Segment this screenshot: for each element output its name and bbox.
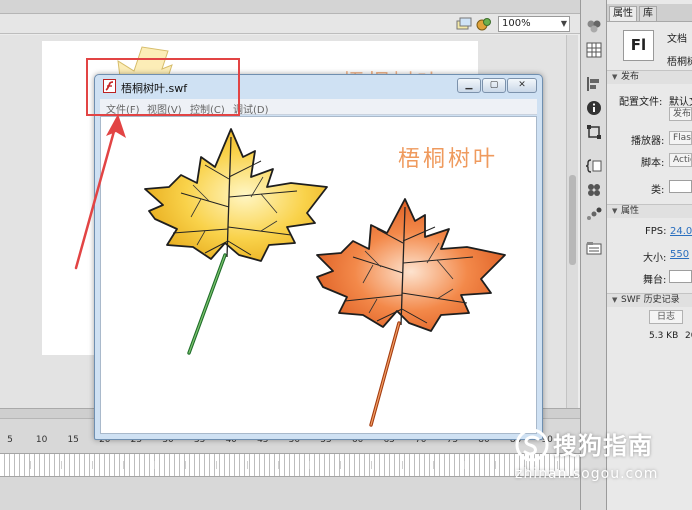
publish-section-title: 发布 (621, 72, 640, 82)
publish-button[interactable]: 发布 (669, 107, 692, 121)
profile-value: 默认文 (669, 97, 692, 108)
code-snippets-icon[interactable] (586, 158, 602, 174)
attributes-section-header[interactable]: ▼ 属性 (607, 204, 692, 218)
size-value[interactable]: 550 (670, 249, 689, 260)
attributes-section-title: 属性 (621, 206, 640, 216)
script-select[interactable]: Actic (669, 153, 692, 167)
collapse-triangle-icon: ▼ (612, 296, 618, 304)
player-select[interactable]: Flas (669, 131, 692, 145)
swf-history-section-header[interactable]: ▼ SWF 历史记录 (607, 293, 692, 307)
yellow-leaf (144, 128, 328, 355)
motion-presets-icon[interactable] (586, 206, 602, 222)
transform-icon[interactable] (586, 124, 602, 140)
zoom-select[interactable]: 100% ▼ (498, 16, 570, 32)
watermark-brand: 搜狗指南 (553, 432, 653, 460)
orange-leaf (316, 198, 506, 427)
properties-tab-bar: 属性 库 (607, 4, 692, 22)
swf-history-section-title: SWF 历史记录 (621, 295, 680, 305)
stage-color-swatch[interactable] (669, 270, 692, 283)
ruler-tick-label: 10 (35, 435, 48, 445)
doc-name-label: 梧桐树 (667, 57, 692, 68)
class-label: 类: (651, 185, 665, 196)
maximize-icon: ▢ (489, 80, 499, 90)
scrollbar-thumb[interactable] (569, 175, 576, 265)
ruler-tick-label: 15 (67, 435, 79, 445)
flash-document-icon: Fl (623, 30, 654, 61)
swf-content-title: 梧桐树叶 (398, 147, 499, 172)
watermark-url: zhinan.sogou.com (515, 466, 659, 482)
minimize-icon: ▁ (465, 80, 473, 90)
class-input[interactable] (669, 180, 692, 193)
publish-section-header[interactable]: ▼ 发布 (607, 70, 692, 84)
doc-type-label: 文档 (667, 34, 687, 45)
profile-label: 配置文件: (619, 97, 663, 108)
close-icon: ✕ (518, 80, 526, 90)
tab-properties[interactable]: 属性 (609, 6, 637, 21)
collapse-triangle-icon: ▼ (612, 73, 618, 81)
align-icon[interactable] (586, 76, 602, 92)
timeline-frame-markers (0, 461, 580, 469)
zoom-value: 100% (502, 18, 531, 29)
fps-label: FPS: (645, 226, 667, 237)
history-extra: 20 (685, 331, 692, 341)
size-label: 大小: (643, 253, 667, 264)
sogou-logo-icon (515, 428, 549, 462)
maximize-button[interactable]: ▢ (482, 78, 506, 93)
log-button[interactable]: 日志 (649, 310, 683, 324)
history-size: 5.3 KB (649, 331, 679, 341)
project-panel-icon[interactable] (586, 240, 602, 256)
chevron-down-icon: ▼ (560, 19, 567, 28)
stage-color-label: 舞台: (643, 275, 667, 286)
components-icon[interactable] (586, 182, 602, 198)
fps-value[interactable]: 24.00 (670, 226, 692, 237)
swf-player-window: 梧桐树叶.swf ▁ ▢ ✕ 文件(F) 视图(V) 控制(C) 调试(D) 梧… (94, 74, 543, 440)
close-button[interactable]: ✕ (507, 78, 537, 93)
script-label: 脚本: (641, 158, 665, 169)
ruler-tick-label: 5 (7, 435, 13, 445)
color-panel-icon[interactable] (586, 18, 602, 34)
edit-scene-icon[interactable] (476, 16, 492, 31)
edit-symbols-icon[interactable] (456, 16, 472, 31)
swatches-grid-icon[interactable] (586, 42, 602, 58)
player-label: 播放器: (631, 136, 665, 147)
collapse-triangle-icon: ▼ (612, 207, 618, 215)
swf-content-area: 梧桐树叶 (100, 116, 537, 434)
annotation-arrow-icon (74, 114, 126, 270)
info-icon[interactable] (586, 100, 602, 116)
sogou-watermark: 搜狗指南 zhinan.sogou.com (515, 426, 690, 488)
edit-bar: 100% ▼ (0, 14, 580, 34)
document-tab-strip (0, 0, 580, 14)
minimize-button[interactable]: ▁ (457, 78, 481, 93)
tab-library[interactable]: 库 (639, 6, 657, 21)
vertical-scrollbar[interactable] (566, 35, 578, 408)
